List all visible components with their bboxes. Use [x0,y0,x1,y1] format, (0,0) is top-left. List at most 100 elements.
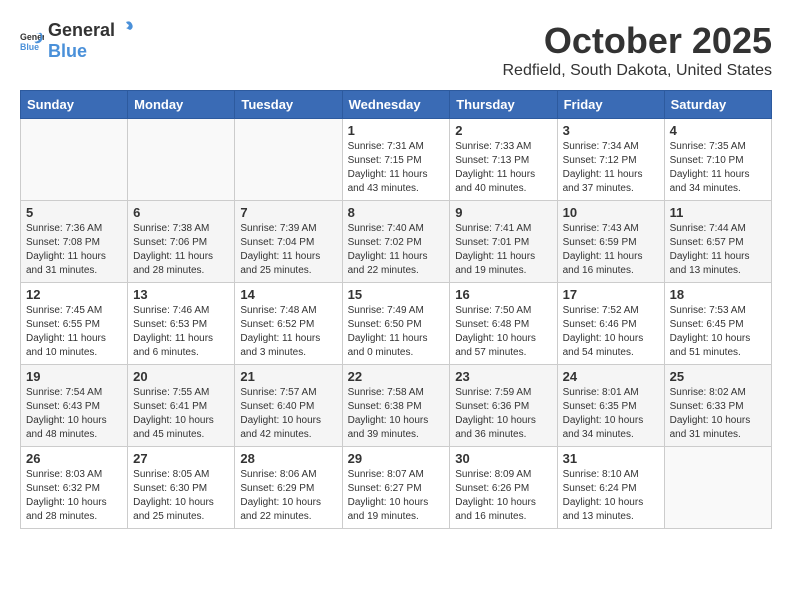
calendar-cell [664,447,771,529]
day-info: Sunrise: 7:43 AM Sunset: 6:59 PM Dayligh… [563,222,659,278]
weekday-header-wednesday: Wednesday [342,91,450,119]
day-number: 8 [348,205,445,220]
day-number: 20 [133,369,229,384]
day-info: Sunrise: 8:07 AM Sunset: 6:27 PM Dayligh… [348,468,445,524]
calendar-cell: 3 Sunrise: 7:34 AM Sunset: 7:12 PM Daylig… [557,119,664,201]
calendar-cell: 28Sunrise: 8:06 AM Sunset: 6:29 PM Dayli… [235,447,342,529]
logo-icon: General Blue [20,29,44,53]
day-info: Sunrise: 7:38 AM Sunset: 7:06 PM Dayligh… [133,222,229,278]
weekday-header-tuesday: Tuesday [235,91,342,119]
week-row-4: 19 Sunrise: 7:54 AM Sunset: 6:43 PM Dayli… [21,365,772,447]
day-number: 19 [26,369,122,384]
day-info: Sunrise: 7:58 AM Sunset: 6:38 PM Dayligh… [348,386,445,442]
day-info: Sunrise: 7:45 AM Sunset: 6:55 PM Dayligh… [26,304,122,360]
calendar-cell: 15Sunrise: 7:49 AM Sunset: 6:50 PM Dayli… [342,283,450,365]
day-number: 3 [563,123,659,138]
calendar-cell: 20 Sunrise: 7:55 AM Sunset: 6:41 PM Dayli… [128,365,235,447]
day-number: 13 [133,287,229,302]
calendar-cell: 27 Sunrise: 8:05 AM Sunset: 6:30 PM Dayli… [128,447,235,529]
day-number: 7 [240,205,336,220]
calendar-cell: 4Sunrise: 7:35 AM Sunset: 7:10 PM Daylig… [664,119,771,201]
day-number: 5 [26,205,122,220]
calendar-cell: 23 Sunrise: 7:59 AM Sunset: 6:36 PM Dayli… [450,365,557,447]
calendar-cell: 7 Sunrise: 7:39 AM Sunset: 7:04 PM Daylig… [235,201,342,283]
calendar-cell: 24Sunrise: 8:01 AM Sunset: 6:35 PM Dayli… [557,365,664,447]
calendar-cell: 8Sunrise: 7:40 AM Sunset: 7:02 PM Daylig… [342,201,450,283]
calendar-cell: 16 Sunrise: 7:50 AM Sunset: 6:48 PM Dayli… [450,283,557,365]
day-info: Sunrise: 7:35 AM Sunset: 7:10 PM Dayligh… [670,140,766,196]
calendar: SundayMondayTuesdayWednesdayThursdayFrid… [20,90,772,529]
day-info: Sunrise: 7:34 AM Sunset: 7:12 PM Dayligh… [563,140,659,196]
calendar-cell [128,119,235,201]
calendar-cell: 14Sunrise: 7:48 AM Sunset: 6:52 PM Dayli… [235,283,342,365]
week-row-2: 5Sunrise: 7:36 AM Sunset: 7:08 PM Daylig… [21,201,772,283]
day-info: Sunrise: 8:10 AM Sunset: 6:24 PM Dayligh… [563,468,659,524]
day-info: Sunrise: 7:44 AM Sunset: 6:57 PM Dayligh… [670,222,766,278]
calendar-cell: 26 Sunrise: 8:03 AM Sunset: 6:32 PM Dayli… [21,447,128,529]
day-info: Sunrise: 8:02 AM Sunset: 6:33 PM Dayligh… [670,386,766,442]
day-info: Sunrise: 7:46 AM Sunset: 6:53 PM Dayligh… [133,304,229,360]
day-info: Sunrise: 7:53 AM Sunset: 6:45 PM Dayligh… [670,304,766,360]
title-area: October 2025 Redfield, South Dakota, Uni… [503,20,773,80]
day-number: 12 [26,287,122,302]
logo-general: General [48,20,115,41]
day-number: 16 [455,287,551,302]
day-number: 6 [133,205,229,220]
day-number: 27 [133,451,229,466]
calendar-cell: 18 Sunrise: 7:53 AM Sunset: 6:45 PM Dayli… [664,283,771,365]
day-info: Sunrise: 8:05 AM Sunset: 6:30 PM Dayligh… [133,468,229,524]
logo: General Blue General Blue [20,20,135,62]
calendar-cell: 25 Sunrise: 8:02 AM Sunset: 6:33 PM Dayli… [664,365,771,447]
calendar-cell: 11 Sunrise: 7:44 AM Sunset: 6:57 PM Dayli… [664,201,771,283]
weekday-header-friday: Friday [557,91,664,119]
day-info: Sunrise: 7:50 AM Sunset: 6:48 PM Dayligh… [455,304,551,360]
day-number: 14 [240,287,336,302]
day-number: 24 [563,369,659,384]
day-number: 26 [26,451,122,466]
location-title: Redfield, South Dakota, United States [503,62,773,80]
day-info: Sunrise: 7:57 AM Sunset: 6:40 PM Dayligh… [240,386,336,442]
weekday-header-saturday: Saturday [664,91,771,119]
day-number: 25 [670,369,766,384]
day-number: 17 [563,287,659,302]
calendar-cell: 19 Sunrise: 7:54 AM Sunset: 6:43 PM Dayli… [21,365,128,447]
calendar-cell: 9Sunrise: 7:41 AM Sunset: 7:01 PM Daylig… [450,201,557,283]
day-number: 23 [455,369,551,384]
day-number: 9 [455,205,551,220]
day-info: Sunrise: 7:55 AM Sunset: 6:41 PM Dayligh… [133,386,229,442]
calendar-cell: 21 Sunrise: 7:57 AM Sunset: 6:40 PM Dayli… [235,365,342,447]
calendar-cell: 2Sunrise: 7:33 AM Sunset: 7:13 PM Daylig… [450,119,557,201]
calendar-cell: 22 Sunrise: 7:58 AM Sunset: 6:38 PM Dayli… [342,365,450,447]
day-info: Sunrise: 8:06 AM Sunset: 6:29 PM Dayligh… [240,468,336,524]
day-number: 15 [348,287,445,302]
day-info: Sunrise: 8:03 AM Sunset: 6:32 PM Dayligh… [26,468,122,524]
weekday-header-row: SundayMondayTuesdayWednesdayThursdayFrid… [21,91,772,119]
calendar-cell: 1 Sunrise: 7:31 AM Sunset: 7:15 PM Daylig… [342,119,450,201]
weekday-header-thursday: Thursday [450,91,557,119]
calendar-cell: 13 Sunrise: 7:46 AM Sunset: 6:53 PM Dayli… [128,283,235,365]
day-number: 21 [240,369,336,384]
day-number: 1 [348,123,445,138]
calendar-cell: 5Sunrise: 7:36 AM Sunset: 7:08 PM Daylig… [21,201,128,283]
day-number: 22 [348,369,445,384]
day-number: 11 [670,205,766,220]
day-info: Sunrise: 7:54 AM Sunset: 6:43 PM Dayligh… [26,386,122,442]
calendar-cell: 10 Sunrise: 7:43 AM Sunset: 6:59 PM Dayli… [557,201,664,283]
week-row-5: 26 Sunrise: 8:03 AM Sunset: 6:32 PM Dayli… [21,447,772,529]
day-info: Sunrise: 7:31 AM Sunset: 7:15 PM Dayligh… [348,140,445,196]
day-number: 10 [563,205,659,220]
day-info: Sunrise: 7:39 AM Sunset: 7:04 PM Dayligh… [240,222,336,278]
svg-text:Blue: Blue [20,42,39,52]
calendar-cell: 30Sunrise: 8:09 AM Sunset: 6:26 PM Dayli… [450,447,557,529]
calendar-cell: 17Sunrise: 7:52 AM Sunset: 6:46 PM Dayli… [557,283,664,365]
logo-bird-icon [116,20,134,36]
day-number: 18 [670,287,766,302]
weekday-header-sunday: Sunday [21,91,128,119]
day-info: Sunrise: 7:59 AM Sunset: 6:36 PM Dayligh… [455,386,551,442]
day-info: Sunrise: 7:33 AM Sunset: 7:13 PM Dayligh… [455,140,551,196]
day-number: 29 [348,451,445,466]
header: General Blue General Blue October 2025 R… [20,20,772,80]
calendar-cell: 12 Sunrise: 7:45 AM Sunset: 6:55 PM Dayli… [21,283,128,365]
week-row-1: 1 Sunrise: 7:31 AM Sunset: 7:15 PM Daylig… [21,119,772,201]
day-number: 31 [563,451,659,466]
